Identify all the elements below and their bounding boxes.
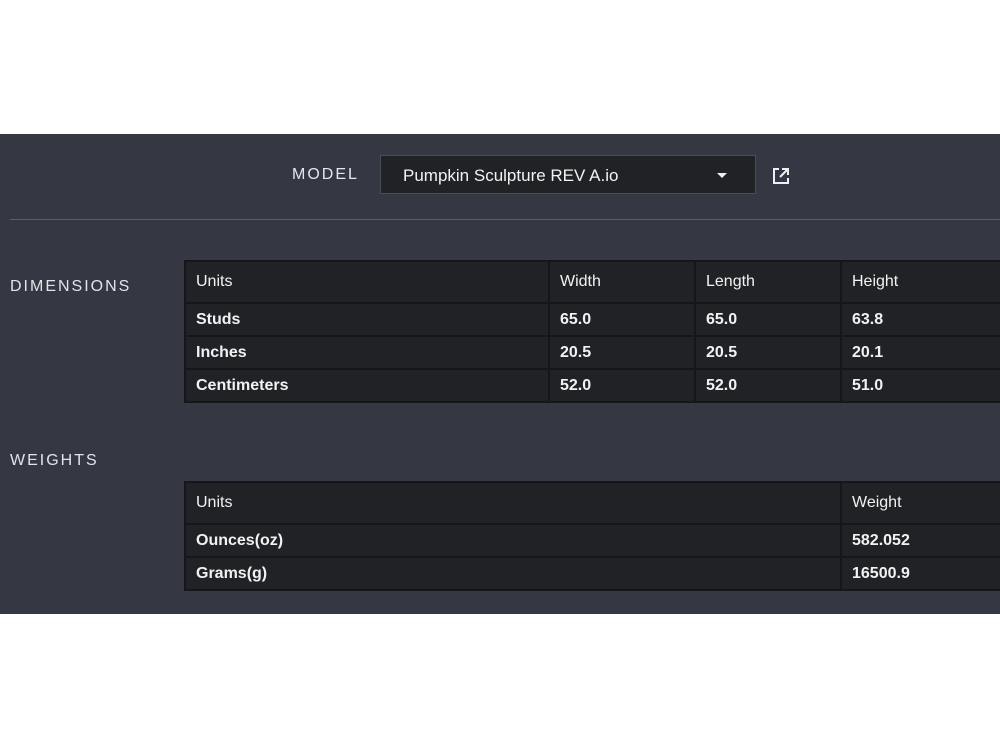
table-cell: 582.052	[840, 523, 1000, 558]
table-cell: 52.0	[694, 368, 842, 403]
dimensions-table: Units Width Length Height Studs 65.0 65.…	[184, 260, 1000, 403]
table-cell: 65.0	[694, 302, 842, 337]
table-row: Studs 65.0 65.0 63.8	[184, 302, 1000, 337]
model-dropdown[interactable]: Pumpkin Sculpture REV A.io	[380, 155, 756, 194]
table-cell: Studs	[184, 302, 550, 337]
column-header: Length	[694, 260, 842, 304]
table-cell: 51.0	[840, 368, 1000, 403]
table-cell: 16500.9	[840, 556, 1000, 591]
table-row: Centimeters 52.0 52.0 51.0	[184, 368, 1000, 403]
external-link-icon[interactable]	[771, 166, 791, 186]
table-row: Ounces(oz) 582.052	[184, 523, 1000, 558]
column-header: Weight	[840, 481, 1000, 525]
model-dropdown-value: Pumpkin Sculpture REV A.io	[403, 166, 619, 185]
column-header: Units	[184, 260, 550, 304]
dimensions-label: DIMENSIONS	[10, 278, 132, 295]
chevron-down-icon	[717, 173, 727, 178]
table-cell: 20.1	[840, 335, 1000, 370]
section-divider	[10, 219, 1000, 220]
weights-table: Units Weight Ounces(oz) 582.052 Grams(g)…	[184, 481, 1000, 591]
column-header: Units	[184, 481, 842, 525]
table-cell: 20.5	[548, 335, 696, 370]
column-header: Width	[548, 260, 696, 304]
external-link-icon-svg	[773, 168, 789, 184]
table-cell: 20.5	[694, 335, 842, 370]
table-cell: Ounces(oz)	[184, 523, 842, 558]
table-header-row: Units Weight	[184, 481, 1000, 525]
table-header-row: Units Width Length Height	[184, 260, 1000, 304]
table-cell: Inches	[184, 335, 550, 370]
table-cell: Grams(g)	[184, 556, 842, 591]
column-header: Height	[840, 260, 1000, 304]
table-cell: 63.8	[840, 302, 1000, 337]
table-cell: 65.0	[548, 302, 696, 337]
table-cell: 52.0	[548, 368, 696, 403]
table-row: Grams(g) 16500.9	[184, 556, 1000, 591]
table-row: Inches 20.5 20.5 20.1	[184, 335, 1000, 370]
model-label: MODEL	[292, 166, 359, 183]
table-cell: Centimeters	[184, 368, 550, 403]
weights-label: WEIGHTS	[10, 452, 99, 469]
